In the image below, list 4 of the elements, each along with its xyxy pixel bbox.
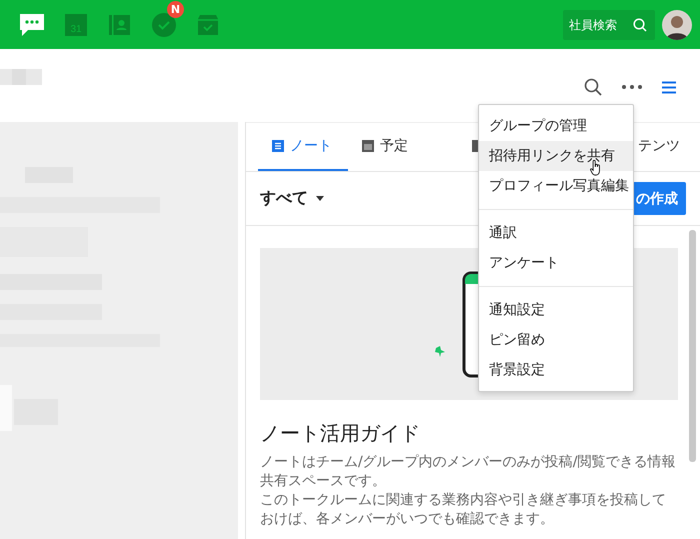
guide-title: ノート活用ガイド — [260, 420, 421, 447]
guide-text: ノートはチーム/グループ内のメンバーのみが投稿/閲覧できる情報共有スペースです。 — [260, 453, 676, 491]
guide-text: このトークルームに関連する業務内容や引き継ぎ事項を投稿しておけば、各メンバーがいつでも確認できます。 — [260, 491, 667, 529]
notification-badge: N — [167, 0, 184, 18]
